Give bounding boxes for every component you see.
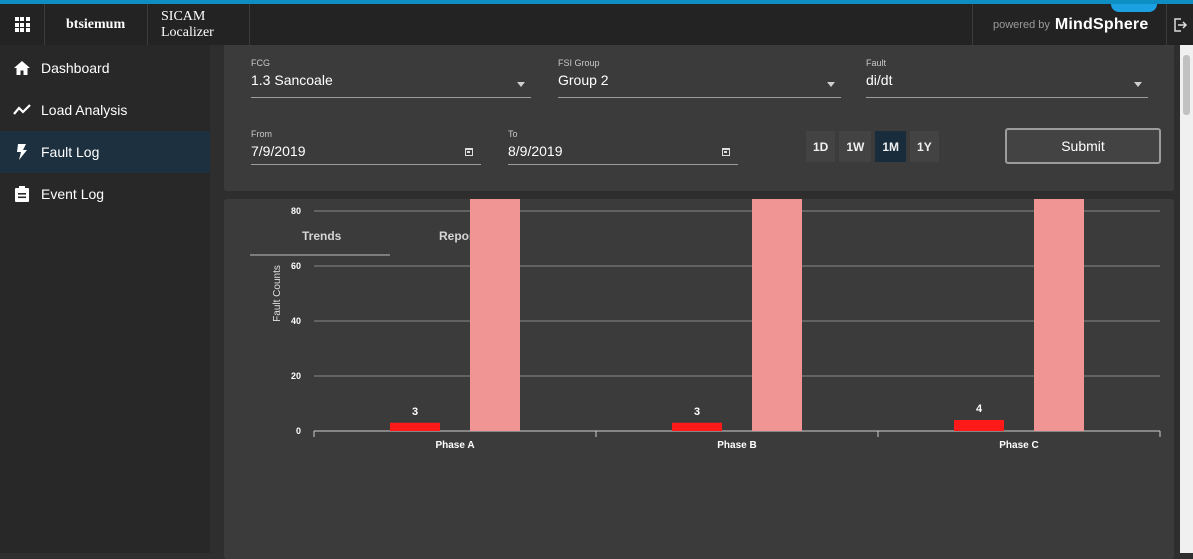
trend-icon: [12, 102, 32, 118]
y-tick-label: 40: [291, 316, 301, 326]
sidebar-item-label: Fault Log: [41, 144, 100, 160]
calendar-icon[interactable]: [722, 148, 730, 156]
fault-count-chart: 020406080100Fault CountsPhase A392Phase …: [272, 199, 1161, 451]
from-date-field[interactable]: From 7/9/2019: [251, 129, 481, 165]
sidebar-item-dashboard[interactable]: Dashboard: [0, 47, 210, 89]
filter-panel: FCG 1.3 Sancoale FSI Group Group 2 Fault…: [224, 45, 1174, 191]
range-button-1y[interactable]: 1Y: [910, 131, 939, 162]
app-launcher-button[interactable]: [0, 4, 45, 45]
fcg-value: 1.3 Sancoale: [251, 72, 333, 88]
chevron-down-icon: [1134, 82, 1142, 87]
bolt-icon: [12, 144, 32, 160]
y-tick-label: 60: [291, 261, 301, 271]
powered-by-text: powered by: [993, 18, 1050, 31]
fault-value: di/dt: [866, 72, 893, 88]
submit-button[interactable]: Submit: [1005, 128, 1161, 164]
fault-select[interactable]: Fault di/dt: [866, 58, 1148, 98]
grid-icon: [14, 17, 30, 32]
bar: [672, 422, 722, 431]
range-button-1d[interactable]: 1D: [806, 131, 836, 162]
fsi-group-value: Group 2: [558, 72, 609, 88]
x-tick-label: Phase A: [435, 440, 474, 451]
to-value: 8/9/2019: [508, 143, 563, 159]
app-title[interactable]: SICAM Localizer: [148, 4, 250, 45]
logout-button[interactable]: [1166, 4, 1193, 45]
data-label: 3: [694, 406, 700, 418]
y-tick-label: 20: [291, 371, 301, 381]
sidebar-item-label: Load Analysis: [41, 102, 128, 118]
sidebar: Dashboard Load Analysis Fault Log Event …: [0, 45, 210, 553]
bar: [1034, 199, 1084, 431]
powered-by: powered by MindSphere: [972, 4, 1165, 45]
sidebar-item-label: Event Log: [41, 186, 105, 202]
sidebar-item-fault-log[interactable]: Fault Log: [0, 131, 210, 173]
data-label: 3: [412, 406, 418, 418]
home-icon: [12, 60, 32, 76]
chevron-down-icon: [827, 82, 835, 87]
from-label: From: [251, 129, 272, 139]
fault-label: Fault: [866, 58, 887, 68]
top-bar: btsiemum SICAM Localizer powered by Mind…: [0, 0, 1193, 45]
tenant-name[interactable]: btsiemum: [45, 4, 148, 45]
bar: [752, 199, 802, 431]
chart-panel: Trends Reports 020406080100Fault CountsP…: [224, 199, 1174, 559]
main-content: FCG 1.3 Sancoale FSI Group Group 2 Fault…: [210, 45, 1193, 559]
scrollbar[interactable]: [1180, 45, 1193, 553]
fsi-group-select[interactable]: FSI Group Group 2: [558, 58, 841, 98]
scrollbar-thumb[interactable]: [1183, 55, 1190, 115]
to-date-field[interactable]: To 8/9/2019: [508, 129, 738, 165]
x-tick-label: Phase C: [999, 440, 1038, 451]
range-button-1m[interactable]: 1M: [875, 131, 907, 162]
bar: [470, 199, 520, 431]
y-axis-label: Fault Counts: [272, 265, 283, 322]
data-label: 4: [976, 403, 983, 415]
fcg-select[interactable]: FCG 1.3 Sancoale: [251, 58, 531, 98]
y-tick-label: 80: [291, 206, 301, 216]
x-tick-label: Phase B: [717, 440, 756, 451]
chevron-down-icon: [517, 82, 525, 87]
fsi-group-label: FSI Group: [558, 58, 600, 68]
from-value: 7/9/2019: [251, 143, 306, 159]
range-selector: 1D 1W 1M 1Y: [806, 131, 943, 162]
brand-logo: MindSphere: [1054, 15, 1149, 33]
sidebar-item-load-analysis[interactable]: Load Analysis: [0, 89, 210, 131]
range-button-1w[interactable]: 1W: [839, 131, 872, 162]
sidebar-item-label: Dashboard: [41, 60, 110, 76]
y-tick-label: 0: [296, 426, 301, 436]
calendar-icon[interactable]: [465, 148, 473, 156]
sidebar-item-event-log[interactable]: Event Log: [0, 173, 210, 215]
to-label: To: [508, 129, 518, 139]
bar: [954, 420, 1004, 431]
clipboard-icon: [12, 186, 32, 202]
bar: [390, 422, 440, 431]
logout-icon: [1174, 17, 1188, 32]
fcg-label: FCG: [251, 58, 270, 68]
